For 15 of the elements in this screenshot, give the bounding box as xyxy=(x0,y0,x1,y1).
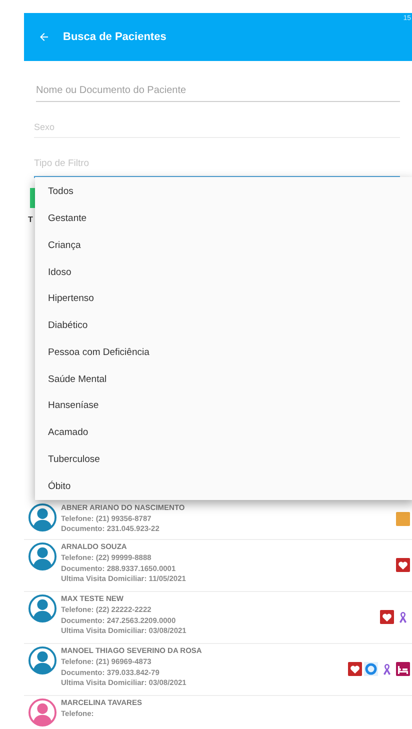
filter-option[interactable]: Hipertenso xyxy=(35,286,412,313)
screen-title: Busca de Pacientes xyxy=(63,30,166,45)
filter-option[interactable]: Saúde Mental xyxy=(35,366,412,393)
filter-option[interactable]: Óbito xyxy=(35,473,412,500)
filter-option[interactable]: Diabético xyxy=(35,312,412,340)
filter-option[interactable]: Hanseníase xyxy=(35,393,412,420)
filter-option[interactable]: Acamado xyxy=(35,420,412,446)
filter-option[interactable]: Criança xyxy=(35,232,412,260)
filter-option[interactable]: Todos xyxy=(35,179,412,206)
filter-option[interactable]: Gestante xyxy=(35,206,412,232)
result-label: T xyxy=(28,214,33,226)
filter-option[interactable]: Tuberculose xyxy=(35,446,412,474)
filter-option[interactable]: Pessoa com Deficiência xyxy=(35,340,412,366)
back-arrow-icon[interactable] xyxy=(38,31,50,43)
filter-option[interactable]: Idoso xyxy=(35,259,412,286)
